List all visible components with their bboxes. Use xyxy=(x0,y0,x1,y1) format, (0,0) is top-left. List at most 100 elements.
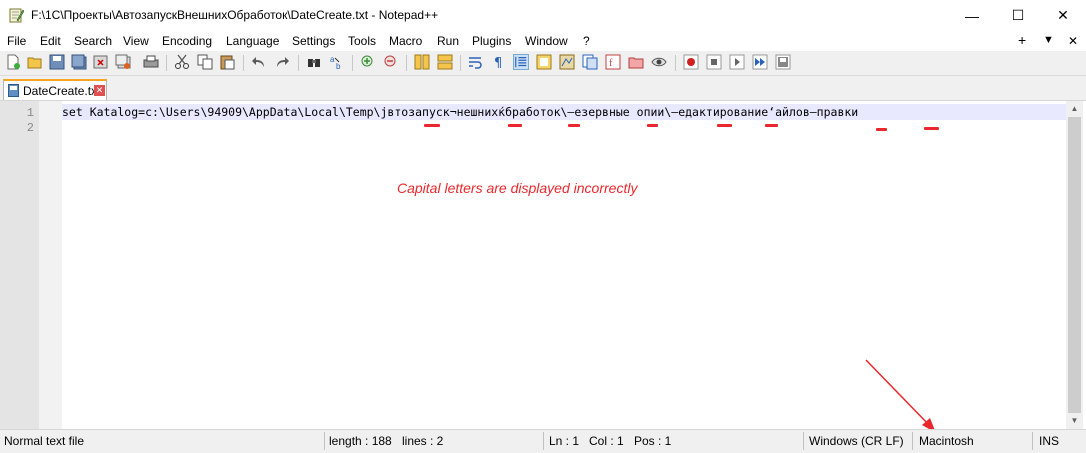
toolbar: ab ¶ f xyxy=(0,51,1086,76)
menu-plugins[interactable]: Plugins xyxy=(472,34,511,48)
toolbar-separator xyxy=(243,55,244,71)
status-file-type: Normal text file xyxy=(4,434,85,448)
menu-macro[interactable]: Macro xyxy=(389,34,422,48)
menu-window[interactable]: Window xyxy=(525,34,568,48)
scroll-up-icon[interactable]: ▲ xyxy=(1066,101,1083,117)
close-document-button[interactable]: ✕ xyxy=(1068,34,1078,48)
vertical-scrollbar[interactable]: ▲ ▼ xyxy=(1066,101,1083,429)
status-separator xyxy=(912,432,913,450)
folder-workspace-icon[interactable] xyxy=(628,54,644,70)
replace-icon[interactable]: ab xyxy=(329,54,345,70)
menu-edit[interactable]: Edit xyxy=(40,34,61,48)
menu-tools[interactable]: Tools xyxy=(348,34,376,48)
menu-view[interactable]: View xyxy=(123,34,149,48)
close-window-button[interactable]: ✕ xyxy=(1040,0,1086,31)
cut-icon[interactable] xyxy=(174,54,190,70)
code-line[interactable]: set Katalog=c:\Users\94909\AppData\Local… xyxy=(62,105,858,119)
svg-text:a: a xyxy=(330,55,335,64)
macro-save-icon[interactable] xyxy=(775,54,791,70)
error-marker xyxy=(424,124,440,127)
status-column: Col : 1 xyxy=(589,434,624,448)
error-marker xyxy=(765,124,778,127)
monitoring-eye-icon[interactable] xyxy=(651,54,667,70)
macro-stop-icon[interactable] xyxy=(706,54,722,70)
line-number: 2 xyxy=(26,121,34,135)
error-marker xyxy=(924,127,939,130)
tab-close-button[interactable]: ✕ xyxy=(94,85,105,96)
menu-file[interactable]: File xyxy=(7,34,26,48)
annotation-note: Capital letters are displayed incorrectl… xyxy=(397,180,638,196)
close-file-icon[interactable] xyxy=(93,54,109,70)
word-wrap-icon[interactable] xyxy=(468,54,484,70)
menu-encoding[interactable]: Encoding xyxy=(162,34,212,48)
error-marker xyxy=(717,124,732,127)
editor-area[interactable]: 1 2 set Katalog=c:\Users\94909\AppData\L… xyxy=(0,100,1086,429)
line-number-gutter: 1 2 xyxy=(0,101,39,429)
open-file-icon[interactable] xyxy=(27,54,43,70)
status-bar: Normal text file length : 188 lines : 2 … xyxy=(0,429,1086,453)
close-all-icon[interactable] xyxy=(115,54,131,70)
document-list-icon[interactable] xyxy=(582,54,598,70)
file-saved-icon xyxy=(8,84,19,97)
menu-bar: File Edit Search View Encoding Language … xyxy=(0,31,1086,51)
status-length: length : 188 xyxy=(329,434,392,448)
save-all-icon[interactable] xyxy=(71,54,87,70)
status-separator xyxy=(803,432,804,450)
menu-help[interactable]: ? xyxy=(583,34,590,48)
menu-run[interactable]: Run xyxy=(437,34,459,48)
user-language-icon[interactable] xyxy=(536,54,552,70)
new-tab-plus-button[interactable]: + xyxy=(1018,32,1026,48)
tab-bar: DateCreate.txt ✕ xyxy=(0,76,1086,100)
tab-datecreate[interactable]: DateCreate.txt ✕ xyxy=(3,79,107,100)
sync-vertical-icon[interactable] xyxy=(414,54,430,70)
save-icon[interactable] xyxy=(49,54,65,70)
sync-horizontal-icon[interactable] xyxy=(437,54,453,70)
minimize-button[interactable]: — xyxy=(949,0,995,31)
scroll-down-icon[interactable]: ▼ xyxy=(1066,413,1083,429)
macro-play-icon[interactable] xyxy=(729,54,745,70)
error-marker xyxy=(568,124,580,127)
copy-icon[interactable] xyxy=(197,54,213,70)
status-separator xyxy=(543,432,544,450)
tab-label: DateCreate.txt xyxy=(23,84,101,98)
undo-icon[interactable] xyxy=(251,54,267,70)
status-eol-format[interactable]: Windows (CR LF) xyxy=(809,434,904,448)
macro-run-multiple-icon[interactable] xyxy=(752,54,768,70)
status-separator xyxy=(1032,432,1033,450)
show-all-characters-icon[interactable]: ¶ xyxy=(491,54,507,70)
menu-search[interactable]: Search xyxy=(74,34,112,48)
toolbar-separator xyxy=(166,55,167,71)
toolbar-separator xyxy=(406,55,407,71)
svg-text:b: b xyxy=(336,62,341,70)
status-lines: lines : 2 xyxy=(402,434,444,448)
status-encoding[interactable]: Macintosh xyxy=(919,434,974,448)
macro-record-icon[interactable] xyxy=(683,54,699,70)
title-bar: F:\1C\Проекты\АвтозапускВнешнихОбработок… xyxy=(0,0,1086,31)
find-icon[interactable] xyxy=(306,54,322,70)
zoom-out-icon[interactable] xyxy=(383,54,399,70)
menu-settings[interactable]: Settings xyxy=(292,34,335,48)
line-number: 1 xyxy=(26,106,34,120)
notepad-plus-plus-icon xyxy=(9,8,24,23)
status-position: Pos : 1 xyxy=(634,434,672,448)
error-marker xyxy=(876,128,887,131)
status-insert-mode: INS xyxy=(1039,434,1060,448)
indent-guide-icon[interactable] xyxy=(513,54,529,70)
zoom-in-icon[interactable] xyxy=(360,54,376,70)
document-map-icon[interactable] xyxy=(559,54,575,70)
scroll-thumb[interactable] xyxy=(1068,117,1081,413)
maximize-button[interactable]: ☐ xyxy=(995,0,1041,31)
print-icon[interactable] xyxy=(143,54,159,70)
menu-language[interactable]: Language xyxy=(226,34,279,48)
tab-list-dropdown-button[interactable]: ▼ xyxy=(1043,34,1054,46)
new-file-icon[interactable] xyxy=(5,54,21,70)
toolbar-separator xyxy=(352,55,353,71)
status-separator xyxy=(324,432,325,450)
paste-icon[interactable] xyxy=(219,54,235,70)
function-list-icon[interactable]: f xyxy=(605,54,621,70)
toolbar-separator xyxy=(675,55,676,71)
window-title: F:\1C\Проекты\АвтозапускВнешнихОбработок… xyxy=(31,8,439,22)
toolbar-separator xyxy=(298,55,299,71)
status-line-number: Ln : 1 xyxy=(549,434,580,448)
redo-icon[interactable] xyxy=(274,54,290,70)
